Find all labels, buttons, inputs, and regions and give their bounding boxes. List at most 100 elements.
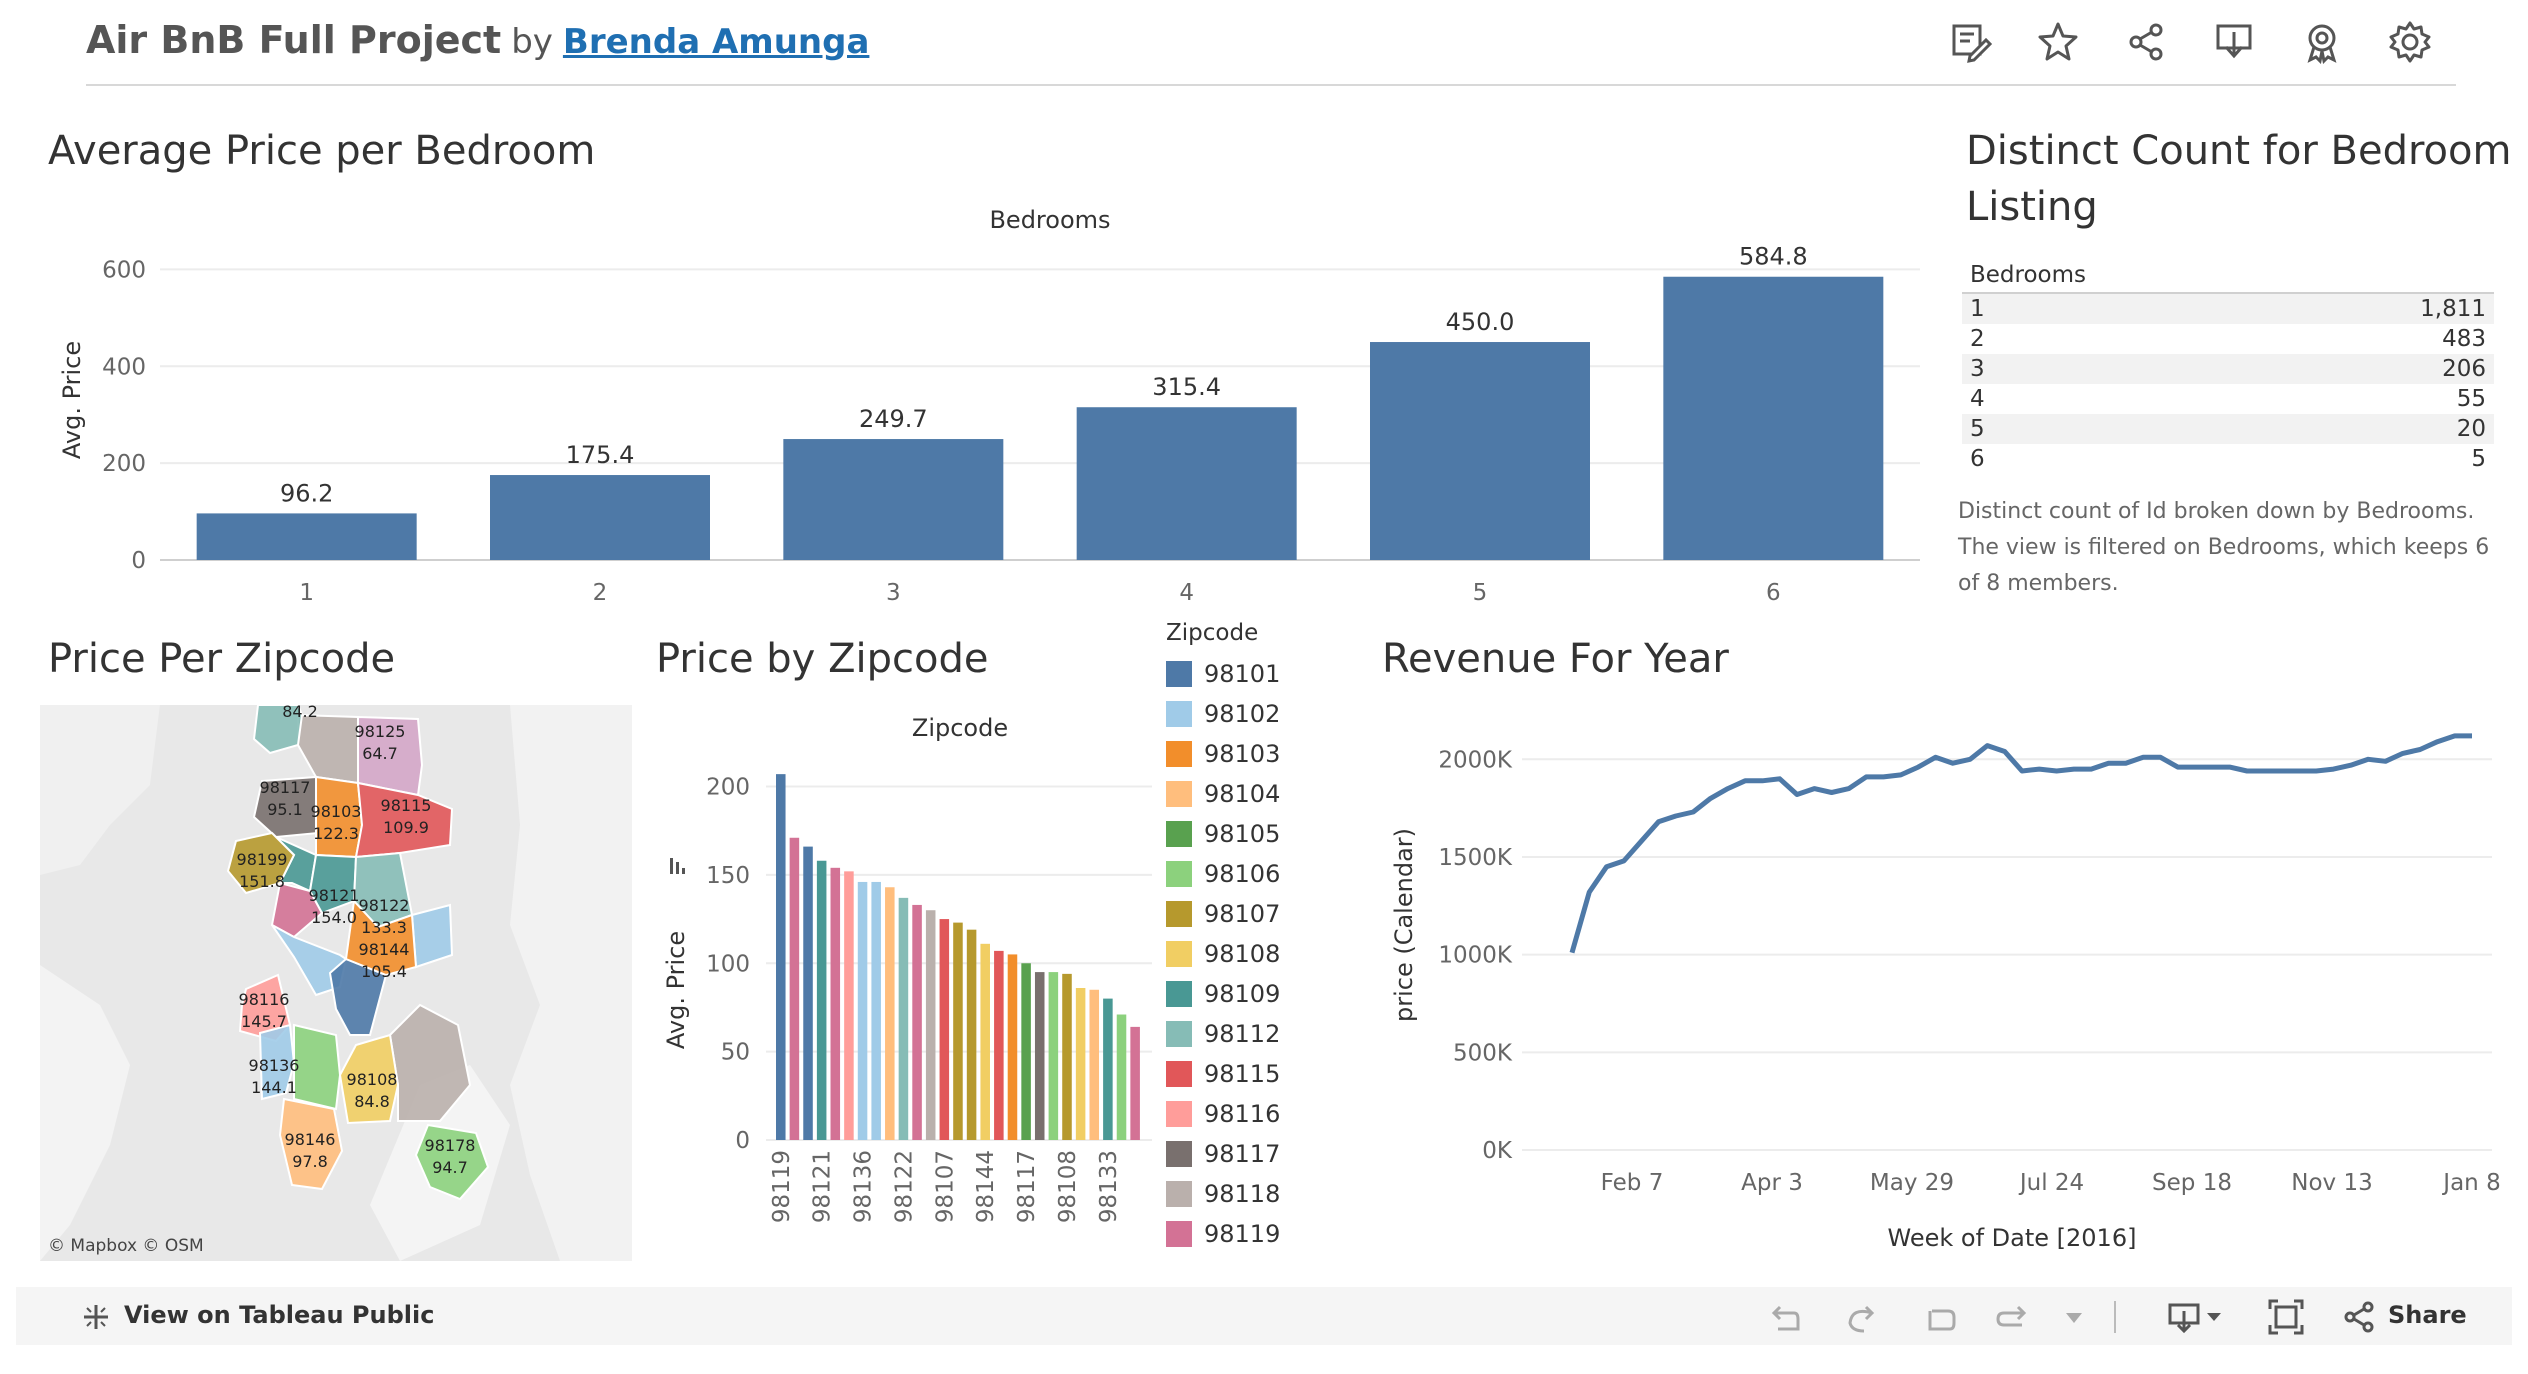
zip-xtick-label: 98107 [932,1150,958,1223]
zip-bar[interactable] [1034,972,1045,1140]
legend-item[interactable]: 98102 [1166,694,1326,734]
zip-bar[interactable] [844,871,854,1140]
zip-bar[interactable] [1048,972,1059,1140]
legend-item[interactable]: 98119 [1166,1214,1326,1254]
revert-icon[interactable] [1922,1299,1958,1335]
legend-item[interactable]: 98105 [1166,814,1326,854]
map-canvas[interactable]: 84.2 98125 64.7 98117 95.1 98103 122.3 98115 109… [40,705,632,1261]
legend-label: 98105 [1204,820,1281,848]
fullscreen-icon[interactable] [2268,1299,2304,1335]
edit-icon[interactable] [1948,20,1992,64]
refresh-icon[interactable] [1994,1299,2030,1335]
zip-bar[interactable] [789,837,800,1140]
zip-bar[interactable] [857,881,868,1140]
zip-bar[interactable] [898,897,909,1140]
legend-item[interactable]: 98115 [1166,1054,1326,1094]
bed-bar[interactable] [1663,276,1884,560]
zipcode-map[interactable]: 84.2 98125 64.7 98117 95.1 98103 122.3 98115 109… [40,705,632,1261]
bed-bar[interactable] [1370,342,1590,560]
download-icon[interactable] [2212,20,2256,64]
legend-swatch [1166,1061,1192,1087]
view-on-tableau-link[interactable]: View on Tableau Public [124,1301,434,1329]
bed-ytick-label: 600 [102,257,146,283]
sort-icon[interactable] [670,858,685,874]
bed-bar[interactable] [1076,407,1297,560]
zip-bar[interactable] [1062,973,1072,1140]
zip-region-price: 145.7 [241,1012,287,1031]
table-row[interactable]: 1 1,811 [1962,294,2494,324]
table-row[interactable]: 4 55 [1962,384,2494,414]
redo-icon[interactable] [1844,1299,1880,1335]
zip-bar[interactable] [980,943,990,1140]
zip-bar[interactable] [816,860,827,1140]
zip-region[interactable] [410,903,454,969]
badge-icon[interactable] [2300,20,2344,64]
zip-region-price: 105.4 [361,962,407,981]
zip-bar[interactable] [1103,998,1113,1140]
zip-bar[interactable] [912,904,922,1140]
zip-bar[interactable] [830,867,841,1140]
table-row[interactable]: 5 20 [1962,414,2494,444]
zip-bar[interactable] [885,887,895,1140]
share-button[interactable]: Share [2388,1301,2467,1329]
zip-ytick-label: 0 [735,1128,750,1154]
zip-bar[interactable] [994,950,1004,1140]
legend-swatch [1166,781,1192,807]
bed-chart-ylabel: Avg. Price [58,341,86,459]
chevron-down-icon[interactable] [2202,1305,2226,1329]
author-link[interactable]: Brenda Amunga [563,22,870,62]
settings-icon[interactable] [2388,20,2432,64]
legend-item[interactable]: 98116 [1166,1094,1326,1134]
zip-xtick-label: 98108 [1055,1150,1081,1223]
distinct-caption: Distinct count of Id broken down by Bedr… [1958,499,2490,596]
table-row[interactable]: 3 206 [1962,354,2494,384]
rev-chart-ylabel: price (Calendar) [1390,828,1418,1022]
bed-category-label: 4 [1179,580,1194,606]
zip-bar[interactable] [1075,988,1086,1140]
legend-item[interactable]: 98106 [1166,854,1326,894]
zip-bar[interactable] [925,910,936,1140]
zip-bar[interactable] [1021,963,1031,1140]
zipcode-legend: Zipcode 98101 98102 98103 98104 98105 98106 98… [1166,620,1326,1254]
bed-value-label: 584.8 [1739,243,1808,271]
share-footer-icon[interactable] [2342,1299,2378,1335]
zip-bar[interactable] [1007,954,1018,1140]
legend-item[interactable]: 98104 [1166,774,1326,814]
legend-item[interactable]: 98108 [1166,934,1326,974]
bed-bar[interactable] [783,439,1004,560]
legend-item[interactable]: 98112 [1166,1014,1326,1054]
distinct-count-table: Bedrooms 1 1,811 2 483 3 206 4 55 5 20 6 5 [1962,258,2494,474]
zip-region-label: 98199 [237,850,288,869]
zip-bar[interactable] [953,922,963,1140]
table-row[interactable]: 2 483 [1962,324,2494,354]
star-icon[interactable] [2036,20,2080,64]
legend-item[interactable]: 98101 [1166,654,1326,694]
zip-bar[interactable] [1130,1026,1140,1140]
legend-item[interactable]: 98118 [1166,1174,1326,1214]
rev-xtick-label: Nov 13 [2291,1170,2372,1196]
zip-region[interactable] [293,1023,342,1111]
legend-item[interactable]: 98117 [1166,1134,1326,1174]
pause-dropdown-icon[interactable] [2056,1299,2092,1335]
legend-item[interactable]: 98103 [1166,734,1326,774]
bed-bar[interactable] [490,475,710,560]
download-menu-icon[interactable] [2166,1299,2202,1335]
table-row[interactable]: 65 [1962,444,2494,474]
bed-category-label: 3 [886,580,901,606]
legend-swatch [1166,1181,1192,1207]
rev-xtick-label: Feb 7 [1601,1170,1664,1196]
legend-swatch [1166,821,1192,847]
share-icon[interactable] [2124,20,2168,64]
zip-bar[interactable] [966,929,977,1140]
zip-bar[interactable] [1116,1014,1127,1140]
undo-icon[interactable] [1766,1299,1802,1335]
bed-bar[interactable] [196,513,417,560]
zip-bar[interactable] [939,919,950,1140]
zip-bar[interactable] [803,846,813,1140]
legend-label: 98103 [1204,740,1281,768]
zip-bar[interactable] [1089,989,1100,1140]
legend-item[interactable]: 98109 [1166,974,1326,1014]
legend-item[interactable]: 98107 [1166,894,1326,934]
zip-bar[interactable] [871,881,881,1140]
zip-bar[interactable] [776,774,786,1140]
